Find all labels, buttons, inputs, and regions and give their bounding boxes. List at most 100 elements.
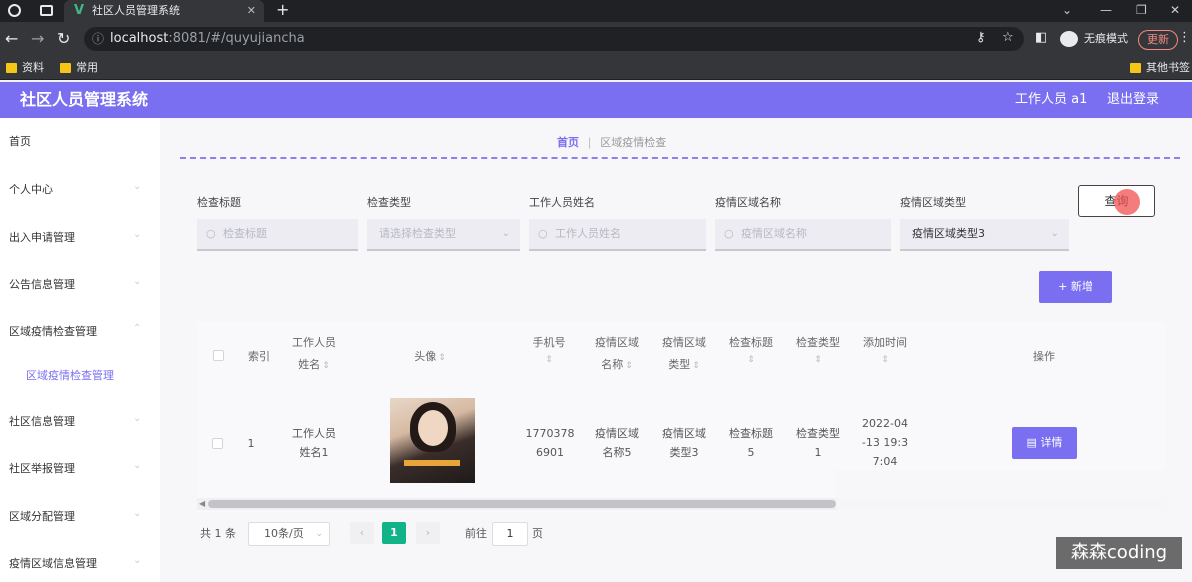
column-header-area-type[interactable]: 疫情区域 类型 ⇕ bbox=[654, 332, 714, 377]
worker-name-input[interactable]: ○ 工作人员姓名 bbox=[529, 219, 706, 251]
filter-label-area-type: 疫情区域类型 bbox=[900, 196, 966, 209]
column-header-area-name[interactable]: 疫情区域 名称 ⇕ bbox=[587, 332, 647, 377]
column-header-worker-name[interactable]: 工作人员 姓名 ⇕ bbox=[284, 332, 344, 377]
browser-more-icon[interactable]: ⋮ bbox=[1178, 30, 1191, 46]
sidebar-item-epidemic-area-info[interactable]: 疫情区域信息管理 ⌄ bbox=[9, 555, 141, 571]
chevron-down-icon: ⌄ bbox=[133, 276, 142, 287]
new-tab-button[interactable]: + bbox=[276, 0, 289, 20]
chevron-down-icon: ⌄ bbox=[133, 555, 142, 566]
filter-label-check-title: 检查标题 bbox=[197, 196, 241, 209]
page-size-select[interactable]: 10条/页 ⌄ bbox=[248, 522, 330, 546]
bookmark-folder-changyong[interactable]: 常用 bbox=[60, 60, 98, 76]
url-bar[interactable]: ⓘ localhost:8081/#/quyujiancha bbox=[84, 27, 1024, 51]
side-panel-icon[interactable]: ◧ bbox=[1035, 30, 1047, 46]
bookmarks-bar: 资料 常用 其他书签 bbox=[0, 56, 1192, 80]
address-toolbar: ← → ↻ ⓘ localhost:8081/#/quyujiancha ⚷ ☆… bbox=[0, 22, 1192, 56]
sidebar-item-reports[interactable]: 社区举报管理 ⌄ bbox=[9, 460, 141, 476]
tab-list-icon[interactable] bbox=[40, 5, 53, 16]
area-type-select[interactable]: 疫情区域类型3 ⌄ bbox=[900, 219, 1069, 251]
add-button[interactable]: + 新增 bbox=[1039, 271, 1112, 303]
check-title-input[interactable]: ○ 检查标题 bbox=[197, 219, 358, 251]
bookmark-folder-ziliao[interactable]: 资料 bbox=[6, 60, 44, 76]
folder-icon bbox=[1130, 63, 1141, 73]
sort-icon[interactable]: ⇕ bbox=[438, 353, 446, 363]
sidebar-item-entry-exit[interactable]: 出入申请管理 ⌄ bbox=[9, 229, 141, 245]
search-icon: ○ bbox=[724, 227, 734, 240]
incognito-label: 无痕模式 bbox=[1084, 32, 1128, 45]
minimize-icon[interactable]: — bbox=[1100, 0, 1112, 20]
restore-icon[interactable]: ❐ bbox=[1136, 0, 1147, 20]
goto-label: 前往 bbox=[465, 527, 487, 540]
app-title: 社区人员管理系统 bbox=[20, 90, 149, 109]
cell-avatar-image bbox=[390, 398, 475, 483]
tab-close-icon[interactable]: ✕ bbox=[247, 0, 256, 22]
section-divider bbox=[180, 157, 1180, 159]
sidebar-item-area-assignment[interactable]: 区域分配管理 ⌄ bbox=[9, 508, 141, 524]
column-header-check-type[interactable]: 检查类型 ⇕ bbox=[788, 332, 848, 366]
sort-icon[interactable]: ⇕ bbox=[625, 361, 633, 371]
browser-menu-icon[interactable] bbox=[8, 4, 21, 17]
page-button-1[interactable]: 1 bbox=[382, 522, 406, 544]
goto-page-input[interactable]: 1 bbox=[492, 522, 528, 546]
cell-area-name: 疫情区域 名称5 bbox=[595, 427, 639, 459]
column-header-added-time[interactable]: 添加时间 ⇕ bbox=[855, 332, 915, 366]
check-type-select[interactable]: 请选择检查类型 ⌄ bbox=[367, 219, 520, 251]
column-header-avatar[interactable]: 头像 ⇕ bbox=[395, 346, 465, 369]
breadcrumb-current: 区域疫情检查 bbox=[600, 136, 667, 149]
goto-suffix: 页 bbox=[532, 527, 543, 540]
next-page-button[interactable]: › bbox=[416, 522, 440, 544]
sort-icon[interactable]: ⇕ bbox=[692, 361, 700, 371]
scrollbar-thumb[interactable] bbox=[208, 500, 836, 508]
logout-link[interactable]: 退出登录 bbox=[1107, 82, 1159, 118]
sidebar-item-personal-center[interactable]: 个人中心 ⌄ bbox=[9, 181, 141, 197]
incognito-indicator[interactable]: 无痕模式 bbox=[1060, 29, 1128, 49]
cell-index: 1 bbox=[247, 437, 255, 450]
chevron-down-icon: ⌄ bbox=[133, 229, 142, 240]
update-button[interactable]: 更新 bbox=[1138, 30, 1178, 50]
sidebar-item-community-info[interactable]: 社区信息管理 ⌄ bbox=[9, 413, 141, 429]
chevron-down-icon: ⌄ bbox=[133, 181, 142, 192]
scroll-left-icon[interactable]: ◀ bbox=[199, 498, 205, 510]
prev-page-button[interactable]: ‹ bbox=[350, 522, 374, 544]
reload-icon[interactable]: ↻ bbox=[57, 29, 70, 49]
column-header-check-title[interactable]: 检查标题 ⇕ bbox=[721, 332, 781, 366]
row-checkbox[interactable] bbox=[212, 438, 223, 449]
sidebar-item-home[interactable]: 首页 bbox=[9, 133, 31, 149]
window-close-icon[interactable]: ✕ bbox=[1170, 0, 1180, 20]
chevron-down-icon: ⌄ bbox=[133, 508, 142, 519]
key-icon[interactable]: ⚷ bbox=[976, 30, 986, 46]
chevron-down-icon: ⌄ bbox=[1050, 228, 1059, 239]
chevron-down-icon: ⌄ bbox=[133, 413, 142, 424]
filter-label-area-name: 疫情区域名称 bbox=[715, 196, 781, 209]
forward-icon[interactable]: → bbox=[31, 29, 44, 49]
area-name-input[interactable]: ○ 疫情区域名称 bbox=[715, 219, 891, 251]
url-host: localhost bbox=[110, 31, 169, 46]
cell-added-time: 2022-04 -13 19:3 7:04 bbox=[861, 417, 909, 468]
sort-icon[interactable]: ⇕ bbox=[788, 354, 848, 366]
cell-worker-name: 工作人员 姓名1 bbox=[292, 427, 336, 459]
cell-phone: 1770378 6901 bbox=[525, 427, 575, 459]
select-all-checkbox[interactable] bbox=[213, 350, 224, 361]
site-info-icon[interactable]: ⓘ bbox=[92, 27, 104, 51]
sidebar-item-area-inspection[interactable]: 区域疫情检查管理 ⌃ bbox=[9, 323, 141, 339]
bookmark-star-icon[interactable]: ☆ bbox=[1002, 30, 1014, 46]
sort-icon[interactable]: ⇕ bbox=[855, 354, 915, 366]
chevron-up-icon: ⌃ bbox=[133, 323, 142, 334]
breadcrumb-home[interactable]: 首页 bbox=[557, 136, 579, 149]
detail-button[interactable]: ▤ 详情 bbox=[1012, 427, 1077, 459]
chevron-down-icon: ⌄ bbox=[315, 529, 323, 539]
back-icon[interactable]: ← bbox=[5, 29, 18, 49]
tab-search-icon[interactable]: ⌄ bbox=[1062, 0, 1072, 20]
click-indicator bbox=[1114, 189, 1140, 215]
bookmark-folder-other[interactable]: 其他书签 bbox=[1130, 60, 1190, 76]
sort-icon[interactable]: ⇕ bbox=[322, 361, 330, 371]
sort-icon[interactable]: ⇕ bbox=[721, 354, 781, 366]
column-header-phone[interactable]: 手机号 ⇕ bbox=[524, 332, 574, 366]
browser-tab[interactable]: V 社区人员管理系统 ✕ bbox=[64, 0, 264, 22]
search-icon: ○ bbox=[206, 227, 216, 240]
sidebar-item-announcements[interactable]: 公告信息管理 ⌄ bbox=[9, 276, 141, 292]
sidebar-subitem-area-inspection[interactable]: 区域疫情检查管理 bbox=[26, 367, 114, 383]
vue-logo-icon: V bbox=[74, 3, 85, 18]
sort-icon[interactable]: ⇕ bbox=[524, 354, 574, 366]
column-header-actions: 操作 bbox=[1033, 350, 1055, 363]
